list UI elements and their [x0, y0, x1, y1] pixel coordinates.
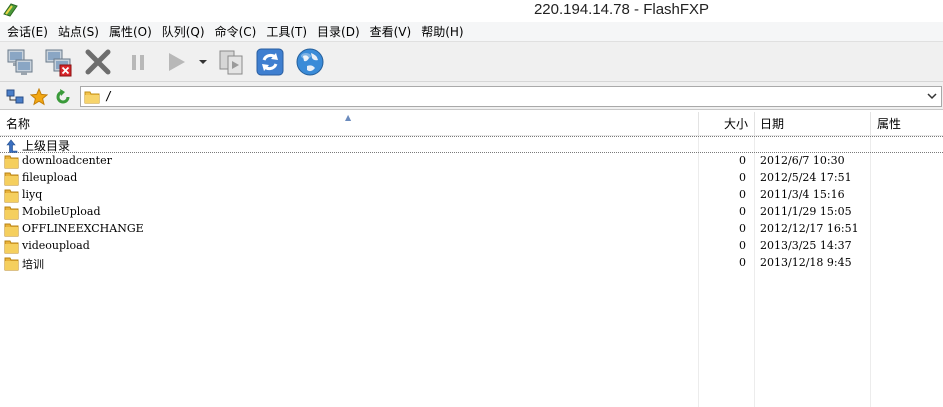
play-icon	[161, 47, 191, 77]
menu-view[interactable]: 查看(V)	[365, 22, 417, 42]
menu-session[interactable]: 会话(E)	[2, 22, 53, 42]
folder-icon	[4, 239, 20, 254]
table-row[interactable]: MobileUpload 0 2011/1/29 15:05	[0, 204, 943, 221]
transfer-queue-button[interactable]	[160, 46, 192, 78]
column-header-name[interactable]: 名称	[6, 112, 30, 136]
folder-icon	[4, 205, 20, 220]
chevron-down-icon[interactable]	[925, 89, 939, 103]
file-date: 2013/12/18 9:45	[760, 256, 852, 269]
menu-queue[interactable]: 队列(Q)	[157, 22, 210, 42]
menu-sites[interactable]: 站点(S)	[53, 22, 104, 42]
abort-button[interactable]	[82, 46, 114, 78]
disconnect-icon	[43, 47, 73, 77]
connect-button[interactable]	[4, 46, 36, 78]
path-combobox[interactable]: /	[80, 86, 942, 107]
table-row[interactable]: videoupload 0 2013/3/25 14:37	[0, 238, 943, 255]
folder-icon	[4, 171, 20, 186]
sort-ascending-icon: ▲	[345, 113, 352, 122]
up-directory-icon	[4, 138, 20, 153]
table-row[interactable]: downloadcenter 0 2012/6/7 10:30	[0, 153, 943, 170]
file-list: 上级目录 downloadcenter 0 2012/6/7 10:30 fil…	[0, 136, 943, 272]
globe-icon	[295, 47, 325, 77]
file-list-header: 名称 ▲ 大小 日期 属性	[0, 112, 943, 136]
table-row[interactable]: 培训 0 2013/12/18 9:45	[0, 255, 943, 272]
tree-view-icon[interactable]	[6, 88, 24, 106]
column-divider[interactable]	[870, 112, 871, 136]
file-size: 0	[739, 239, 746, 252]
path-text: /	[105, 89, 113, 103]
file-name: videoupload	[22, 239, 90, 252]
column-header-size[interactable]: 大小	[724, 112, 748, 136]
file-size: 0	[739, 171, 746, 184]
dropdown-arrow-icon	[198, 57, 208, 67]
column-divider[interactable]	[698, 112, 699, 136]
column-divider[interactable]	[754, 112, 755, 136]
file-name: 培训	[22, 258, 44, 271]
file-size: 0	[739, 256, 746, 269]
file-size: 0	[739, 222, 746, 235]
refresh-icon	[255, 47, 285, 77]
file-date: 2013/3/25 14:37	[760, 239, 852, 252]
menu-options[interactable]: 属性(O)	[104, 22, 157, 42]
folder-icon	[84, 89, 100, 107]
file-date: 2011/3/4 15:16	[760, 188, 845, 201]
transfer-button[interactable]	[216, 46, 248, 78]
column-header-date[interactable]: 日期	[760, 112, 784, 136]
file-name: liyq	[22, 188, 43, 201]
folder-icon	[4, 154, 20, 169]
window-title: 220.194.14.78 - FlashFXP	[533, 1, 710, 18]
folder-icon	[4, 256, 20, 271]
go-back-icon[interactable]	[54, 88, 72, 106]
parent-directory-label: 上级目录	[22, 139, 71, 153]
parent-directory-row[interactable]: 上级目录	[0, 136, 943, 153]
file-size: 0	[739, 188, 746, 201]
favorites-star-icon[interactable]	[30, 88, 48, 106]
file-name: downloadcenter	[22, 154, 112, 167]
menu-directory[interactable]: 目录(D)	[312, 22, 365, 42]
abort-icon	[83, 47, 113, 77]
file-date: 2011/1/29 15:05	[760, 205, 852, 218]
file-name: OFFLINEEXCHANGE	[22, 222, 144, 235]
table-row[interactable]: fileupload 0 2012/5/24 17:51	[0, 170, 943, 187]
transfer-queue-dropdown[interactable]	[196, 46, 210, 78]
menu-tools[interactable]: 工具(T)	[261, 22, 312, 42]
file-name: fileupload	[22, 171, 78, 184]
menu-commands[interactable]: 命令(C)	[210, 22, 262, 42]
menu-help[interactable]: 帮助(H)	[416, 22, 468, 42]
folder-icon	[4, 188, 20, 203]
file-name: MobileUpload	[22, 205, 101, 218]
toolbar	[0, 42, 943, 82]
file-size: 0	[739, 154, 746, 167]
file-date: 2012/5/24 17:51	[760, 171, 852, 184]
menu-bar: 会话(E) 站点(S) 属性(O) 队列(Q) 命令(C) 工具(T) 目录(D…	[0, 22, 943, 42]
file-date: 2012/6/7 10:30	[760, 154, 845, 167]
column-header-attr[interactable]: 属性	[877, 112, 901, 136]
table-row[interactable]: OFFLINEEXCHANGE 0 2012/12/17 16:51	[0, 221, 943, 238]
pause-button[interactable]	[122, 46, 154, 78]
refresh-button[interactable]	[254, 46, 286, 78]
connect-icon	[5, 47, 35, 77]
table-row[interactable]: liyq 0 2011/3/4 15:16	[0, 187, 943, 204]
file-date: 2012/12/17 16:51	[760, 222, 859, 235]
title-bar: 220.194.14.78 - FlashFXP	[0, 0, 943, 22]
file-size: 0	[739, 205, 746, 218]
transfer-icon	[217, 47, 247, 77]
disconnect-button[interactable]	[42, 46, 74, 78]
folder-icon	[4, 222, 20, 237]
globe-button[interactable]	[294, 46, 326, 78]
pause-icon	[123, 47, 153, 77]
address-bar: /	[0, 82, 943, 110]
